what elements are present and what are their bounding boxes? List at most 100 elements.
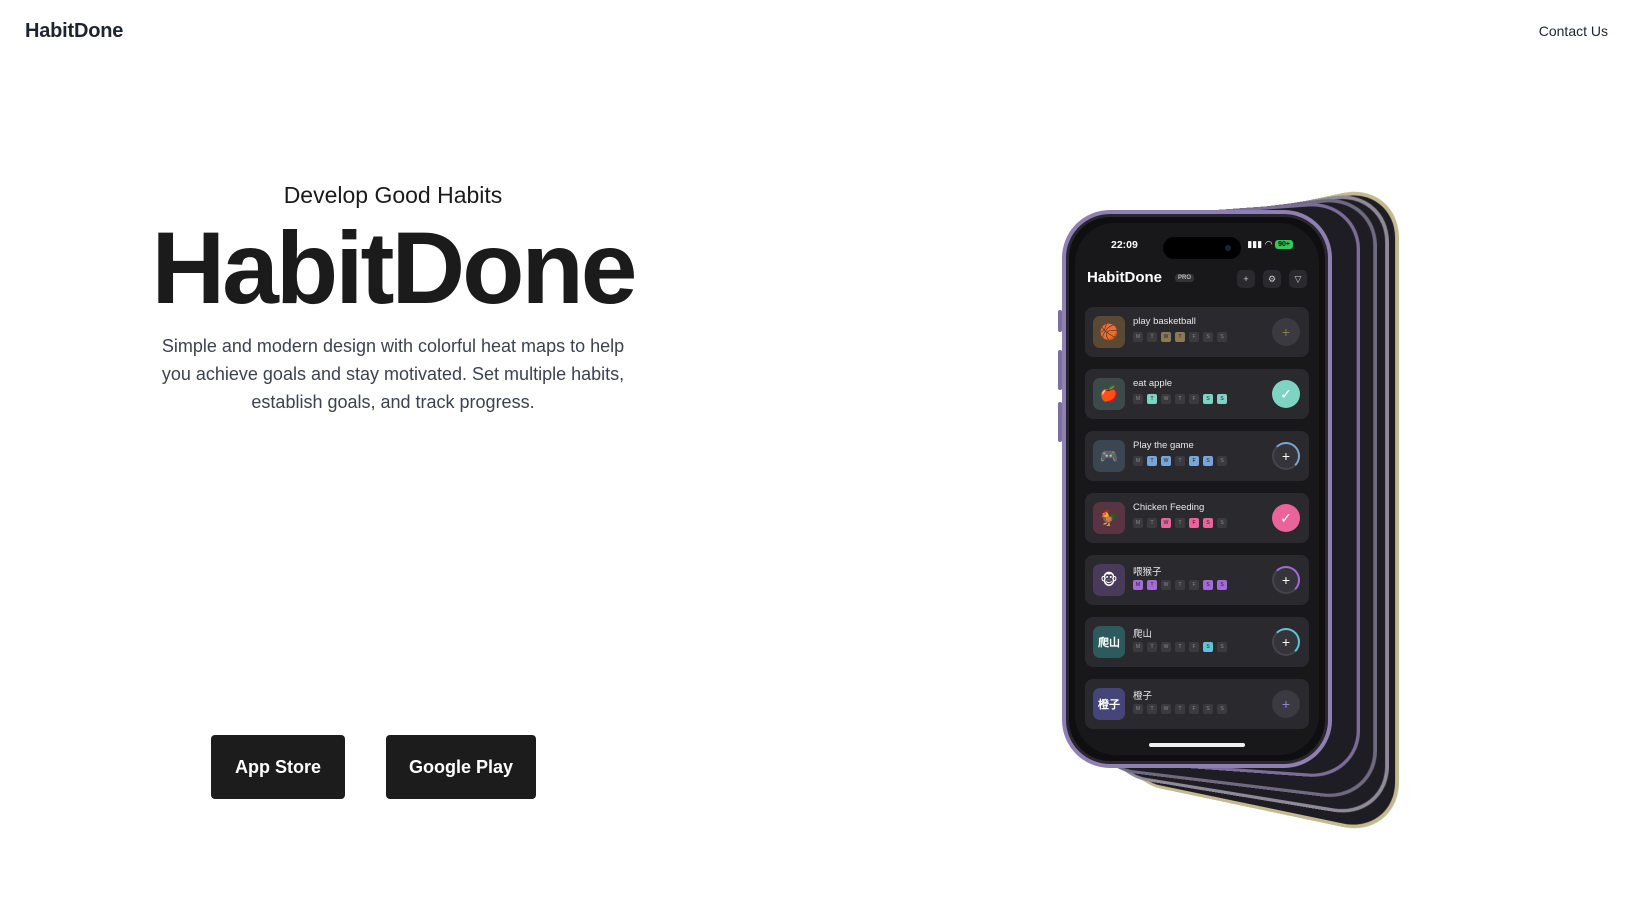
hero-description: Simple and modern design with colorful h… xyxy=(161,336,625,412)
progress-plus-icon[interactable]: + xyxy=(1272,566,1300,594)
habit-row[interactable]: 爬山 爬山 M T W T F S S + xyxy=(1085,617,1309,667)
heatmap-day-cell: W xyxy=(1161,456,1171,466)
gear-icon[interactable]: ⚙ xyxy=(1263,270,1281,288)
heatmap-day-cell: S xyxy=(1217,518,1227,528)
habit-icon: 🐓 xyxy=(1093,502,1125,534)
progress-plus-icon[interactable]: + xyxy=(1272,628,1300,656)
heatmap-day-cell: T xyxy=(1147,394,1157,404)
progress-plus-icon[interactable]: + xyxy=(1272,442,1300,470)
heatmap-day-cell: F xyxy=(1189,580,1199,590)
heatmap-day-cell: F xyxy=(1189,704,1199,714)
heatmap-day-cell: S xyxy=(1217,332,1227,342)
habit-row[interactable]: 橙子 橙子 M T W T F S S + xyxy=(1085,679,1309,729)
heatmap-day-cell: T xyxy=(1147,456,1157,466)
check-icon[interactable]: ✓ xyxy=(1272,504,1300,532)
signal-icon: ▮▮▮ xyxy=(1247,239,1263,249)
filter-icon[interactable]: ▽ xyxy=(1289,270,1307,288)
habit-icon: 🏀 xyxy=(1093,316,1125,348)
status-icons: ▮▮▮ ◠ 90+ xyxy=(1247,239,1293,250)
heatmap-day-cell: T xyxy=(1175,518,1185,528)
habit-icon: 橙子 xyxy=(1093,688,1125,720)
status-time: 22:09 xyxy=(1111,239,1138,251)
plus-icon[interactable]: + xyxy=(1237,270,1255,288)
heatmap-day-cell: T xyxy=(1175,332,1185,342)
habit-row[interactable]: 🍎 eat apple M T W T F S S ✓ xyxy=(1085,369,1309,419)
heatmap-day-cell: T xyxy=(1147,580,1157,590)
heatmap-day-cell: T xyxy=(1147,518,1157,528)
heatmap-day-cell: W xyxy=(1161,518,1171,528)
heatmap-day-cell: S xyxy=(1203,642,1213,652)
habit-row[interactable]: 🏀 play basketball M T W T F S S + xyxy=(1085,307,1309,357)
habit-row[interactable]: 🐓 Chicken Feeding M T W T F S S ✓ xyxy=(1085,493,1309,543)
phone-side-button xyxy=(1058,350,1062,390)
heatmap-day-cell: F xyxy=(1189,518,1199,528)
pro-badge: PRO xyxy=(1175,274,1195,282)
phone-mockup-stack: 22:09 ▮▮▮ ◠ 90+ HabitDone PRO + ⚙ ▽ 🏀 pla… xyxy=(1058,181,1402,839)
heatmap-day-cell: F xyxy=(1189,394,1199,404)
habit-icon: 🐵 xyxy=(1093,564,1125,596)
heatmap-day-cell: M xyxy=(1133,642,1143,652)
heatmap-day-cell: T xyxy=(1147,704,1157,714)
status-bar: 22:09 ▮▮▮ ◠ 90+ xyxy=(1075,237,1319,259)
heatmap-day-cell: T xyxy=(1175,704,1185,714)
contact-us-link[interactable]: Contact Us xyxy=(1539,23,1608,39)
heatmap-day-cell: M xyxy=(1133,580,1143,590)
app-store-button[interactable]: App Store xyxy=(211,735,345,799)
heatmap-day-cell: S xyxy=(1203,704,1213,714)
plus-icon[interactable]: + xyxy=(1272,318,1300,346)
habit-week-heatmap: MTWTFSS xyxy=(1133,642,1227,652)
camera-icon xyxy=(1225,245,1231,251)
habit-name: 爬山 xyxy=(1133,629,1153,640)
habit-row[interactable]: 🎮 Play the game M T W T F S S + xyxy=(1085,431,1309,481)
heatmap-day-cell: M xyxy=(1133,394,1143,404)
heatmap-day-cell: M xyxy=(1133,332,1143,342)
home-indicator xyxy=(1149,743,1245,747)
heatmap-day-cell: W xyxy=(1161,704,1171,714)
heatmap-day-cell: S xyxy=(1203,580,1213,590)
dynamic-island xyxy=(1163,237,1241,259)
heatmap-day-cell: T xyxy=(1175,580,1185,590)
heatmap-day-cell: T xyxy=(1147,642,1157,652)
habit-name: play basketball xyxy=(1133,316,1196,327)
habit-week-heatmap: MTWTFSS xyxy=(1133,704,1227,714)
habit-name: 橙子 xyxy=(1133,691,1153,702)
phone-side-button xyxy=(1058,402,1062,442)
habit-icon: 爬山 xyxy=(1093,626,1125,658)
habit-week-heatmap: MTWTFSS xyxy=(1133,332,1227,342)
download-buttons: App Store Google Play xyxy=(211,735,536,799)
plus-icon[interactable]: + xyxy=(1272,690,1300,718)
hero-headline: HabitDone xyxy=(151,211,638,325)
heatmap-day-cell: T xyxy=(1147,332,1157,342)
check-icon[interactable]: ✓ xyxy=(1272,380,1300,408)
habit-name: eat apple xyxy=(1133,378,1173,389)
heatmap-day-cell: F xyxy=(1189,642,1199,652)
google-play-button[interactable]: Google Play xyxy=(386,735,536,799)
top-nav: HabitDone Contact Us xyxy=(0,0,1632,64)
phone-screen: 22:09 ▮▮▮ ◠ 90+ HabitDone PRO + ⚙ ▽ 🏀 pla… xyxy=(1075,223,1319,755)
habit-name: Chicken Feeding xyxy=(1133,502,1205,513)
heatmap-day-cell: S xyxy=(1217,580,1227,590)
habit-name: Play the game xyxy=(1133,440,1194,451)
heatmap-day-cell: M xyxy=(1133,456,1143,466)
hero-section: Develop Good Habits HabitDone Simple and… xyxy=(150,178,638,416)
heatmap-day-cell: S xyxy=(1203,518,1213,528)
phone-mockup-front: 22:09 ▮▮▮ ◠ 90+ HabitDone PRO + ⚙ ▽ 🏀 pla… xyxy=(1062,210,1332,768)
app-header: HabitDone PRO + ⚙ ▽ xyxy=(1087,267,1311,291)
habit-week-heatmap: MTWTFSS xyxy=(1133,580,1227,590)
habit-week-heatmap: MTWTFSS xyxy=(1133,394,1227,404)
brand-logo[interactable]: HabitDone xyxy=(25,20,123,43)
heatmap-day-cell: S xyxy=(1217,394,1227,404)
heatmap-day-cell: T xyxy=(1175,642,1185,652)
wifi-icon: ◠ xyxy=(1265,239,1273,249)
habit-row[interactable]: 🐵 喂猴子 M T W T F S S + xyxy=(1085,555,1309,605)
heatmap-day-cell: S xyxy=(1217,704,1227,714)
phone-side-button xyxy=(1058,310,1062,332)
app-title: HabitDone xyxy=(1087,269,1162,286)
habit-name: 喂猴子 xyxy=(1133,567,1162,578)
heatmap-day-cell: W xyxy=(1161,580,1171,590)
habit-week-heatmap: MTWTFSS xyxy=(1133,518,1227,528)
habit-week-heatmap: MTWTFSS xyxy=(1133,456,1227,466)
habit-icon: 🍎 xyxy=(1093,378,1125,410)
heatmap-day-cell: S xyxy=(1203,394,1213,404)
heatmap-day-cell: W xyxy=(1161,642,1171,652)
